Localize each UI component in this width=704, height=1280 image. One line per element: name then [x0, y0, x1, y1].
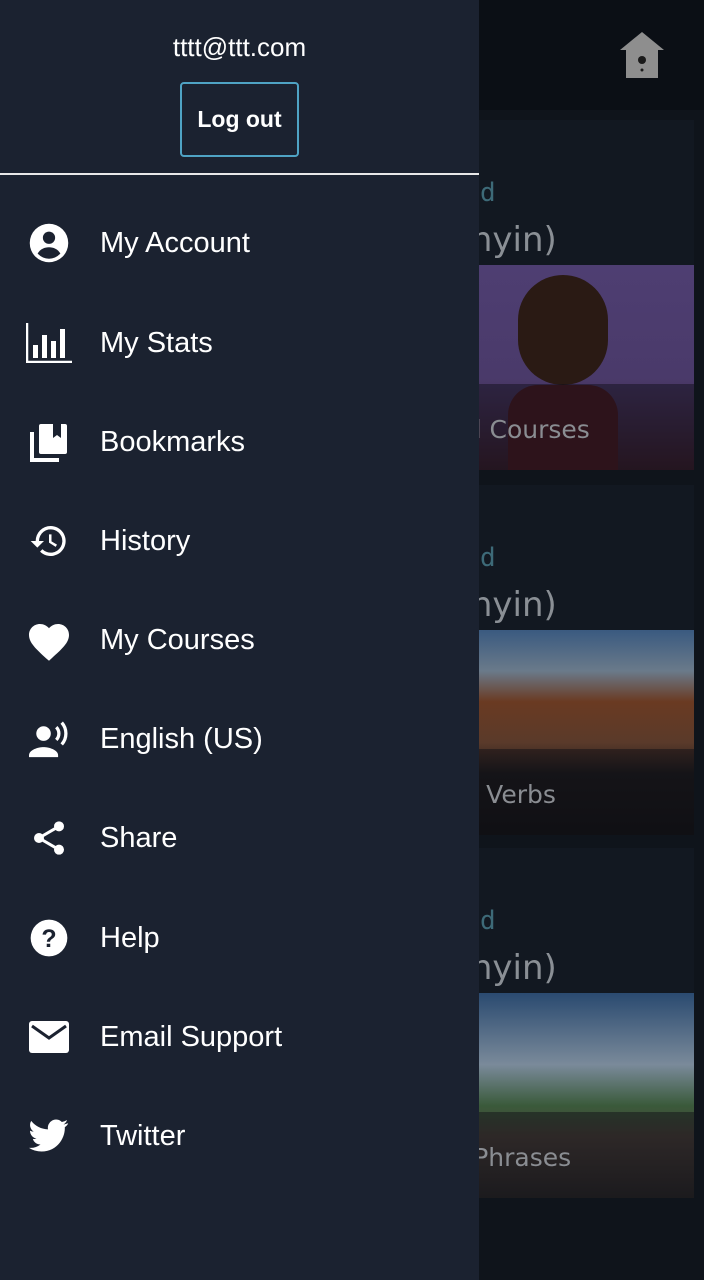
- menu-item-share[interactable]: Share: [0, 798, 479, 878]
- svg-text:?: ?: [41, 925, 56, 953]
- menu-item-email-support[interactable]: Email Support: [0, 997, 479, 1077]
- mail-icon: [24, 1012, 74, 1062]
- logout-button[interactable]: Log out: [180, 82, 299, 157]
- menu-item-language[interactable]: English (US): [0, 699, 479, 779]
- user-email: tttt@ttt.com: [172, 32, 307, 62]
- help-icon: ?: [24, 913, 74, 963]
- course-level: d: [480, 543, 496, 573]
- course-card[interactable]: d ese (Pinyin) ential Verbs: [470, 485, 694, 835]
- course-card[interactable]: d ese (Pinyin) erful Phrases: [470, 848, 694, 1198]
- heart-icon: [24, 615, 74, 665]
- twitter-icon: [24, 1111, 74, 1161]
- navigation-drawer: tttt@ttt.com Log out My Account My Stats…: [0, 0, 479, 1280]
- home-icon[interactable]: [620, 32, 664, 80]
- course-caption: ential Verbs: [470, 780, 556, 809]
- menu-item-my-stats[interactable]: My Stats: [0, 303, 479, 383]
- course-card[interactable]: d ese (Pinyin) alized Courses: [470, 120, 694, 470]
- voice-language-icon: [24, 714, 74, 764]
- bar-chart-icon: [24, 318, 74, 368]
- course-level: d: [480, 178, 496, 208]
- menu-item-twitter[interactable]: Twitter: [0, 1096, 479, 1176]
- menu-item-history[interactable]: History: [0, 501, 479, 581]
- menu-item-my-account[interactable]: My Account: [0, 203, 479, 283]
- course-caption: alized Courses: [470, 415, 590, 444]
- course-caption: erful Phrases: [470, 1143, 572, 1172]
- course-title: ese (Pinyin): [470, 585, 557, 625]
- share-icon: [24, 813, 74, 863]
- course-level: d: [480, 906, 496, 936]
- menu-item-bookmarks[interactable]: Bookmarks: [0, 402, 479, 482]
- course-title: ese (Pinyin): [470, 220, 557, 260]
- menu-item-my-courses[interactable]: My Courses: [0, 600, 479, 680]
- divider: [0, 173, 479, 175]
- menu-item-help[interactable]: ? Help: [0, 898, 479, 978]
- bookmarks-icon: [24, 417, 74, 467]
- history-icon: [24, 516, 74, 566]
- account-circle-icon: [24, 218, 74, 268]
- course-title: ese (Pinyin): [470, 948, 557, 988]
